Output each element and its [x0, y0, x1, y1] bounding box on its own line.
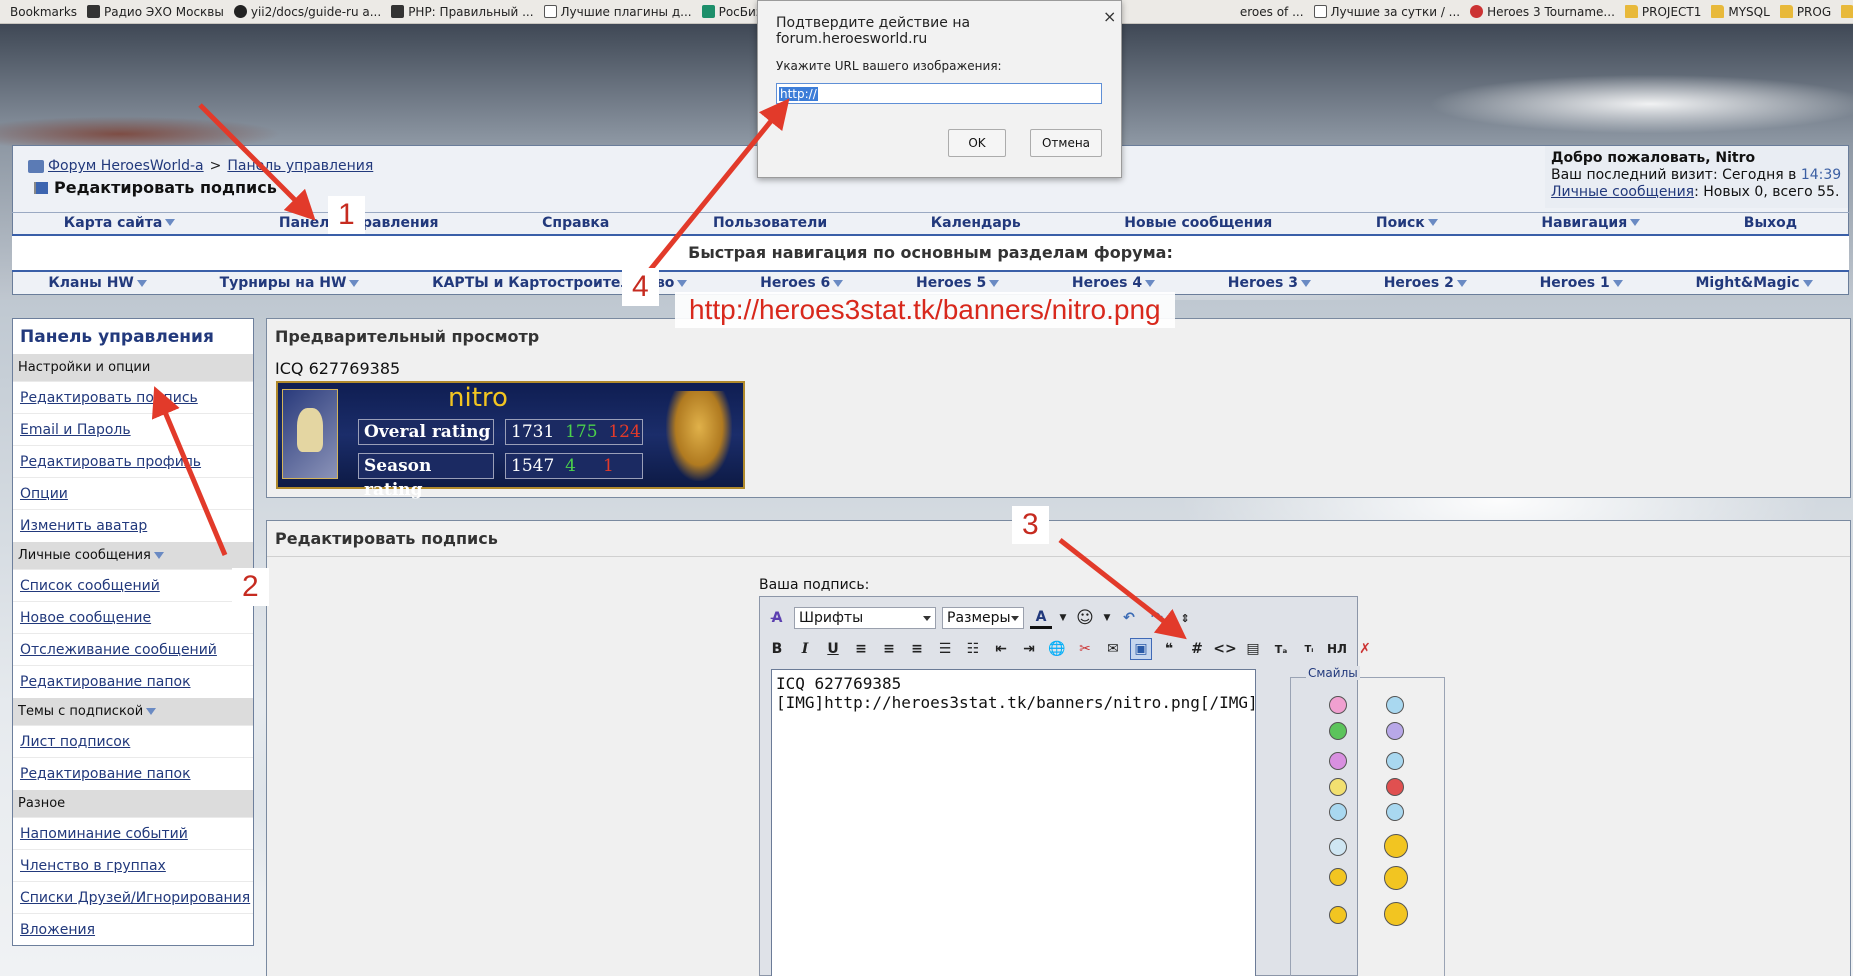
- annotation-arrow-4: [648, 98, 790, 272]
- annotation-arrow-3: [1058, 538, 1187, 640]
- annotation-number-1: 1: [328, 196, 365, 234]
- annotation-arrows: [151, 98, 1187, 640]
- annotation-number-4: 4: [622, 268, 659, 306]
- annotation-url: http://heroes3stat.tk/banners/nitro.png: [675, 292, 1175, 328]
- annotation-arrow-2: [151, 386, 228, 556]
- annotation-arrow-1: [198, 103, 316, 221]
- annotation-number-2: 2: [232, 568, 269, 606]
- annotation-number-3: 3: [1012, 506, 1049, 544]
